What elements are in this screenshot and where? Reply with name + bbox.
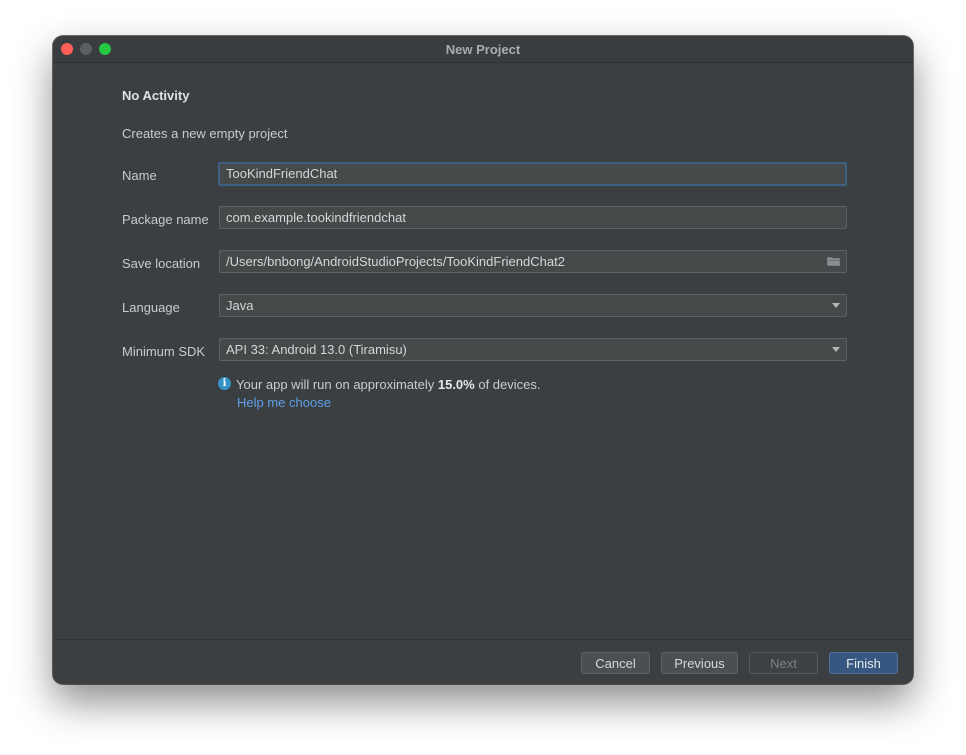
coverage-text-before: Your app will run on approximately (236, 377, 438, 392)
dialog-footer: Cancel Previous Next Finish (53, 639, 913, 684)
info-icon: i (218, 377, 231, 390)
cancel-button[interactable]: Cancel (581, 652, 650, 674)
previous-button[interactable]: Previous (661, 652, 738, 674)
dialog-content: No Activity Creates a new empty project … (53, 63, 913, 639)
language-label: Language (122, 300, 180, 315)
folder-icon[interactable] (827, 256, 840, 266)
title-bar[interactable]: New Project (53, 36, 913, 63)
name-input-value: TooKindFriendChat (226, 166, 338, 181)
finish-button[interactable]: Finish (829, 652, 898, 674)
name-label: Name (122, 168, 157, 183)
chevron-down-icon (832, 303, 840, 308)
help-me-choose-link[interactable]: Help me choose (237, 395, 331, 410)
window-title: New Project (445, 42, 521, 57)
name-input[interactable]: TooKindFriendChat (218, 162, 847, 186)
language-value: Java (226, 298, 254, 313)
language-select[interactable]: Java (219, 294, 847, 317)
package-name-value: com.example.tookindfriendchat (226, 210, 406, 225)
minimum-sdk-label: Minimum SDK (122, 344, 206, 359)
chevron-down-icon (832, 347, 840, 352)
save-location-label: Save location (122, 256, 201, 271)
coverage-text-after: of devices. (474, 377, 541, 392)
template-heading: No Activity (122, 88, 190, 103)
template-description: Creates a new empty project (122, 126, 288, 141)
save-location-input[interactable]: /Users/bnbong/AndroidStudioProjects/TooK… (219, 250, 847, 273)
minimum-sdk-select[interactable]: API 33: Android 13.0 (Tiramisu) (219, 338, 847, 361)
package-name-input[interactable]: com.example.tookindfriendchat (219, 206, 847, 229)
device-coverage-text: Your app will run on approximately 15.0%… (236, 377, 541, 392)
next-button[interactable]: Next (749, 652, 818, 674)
coverage-percentage: 15.0% (437, 377, 475, 392)
new-project-dialog: New Project No Activity Creates a new em… (53, 36, 913, 684)
package-name-label: Package name (122, 212, 209, 227)
minimum-sdk-value: API 33: Android 13.0 (Tiramisu) (226, 342, 407, 357)
save-location-value: /Users/bnbong/AndroidStudioProjects/TooK… (226, 254, 565, 269)
